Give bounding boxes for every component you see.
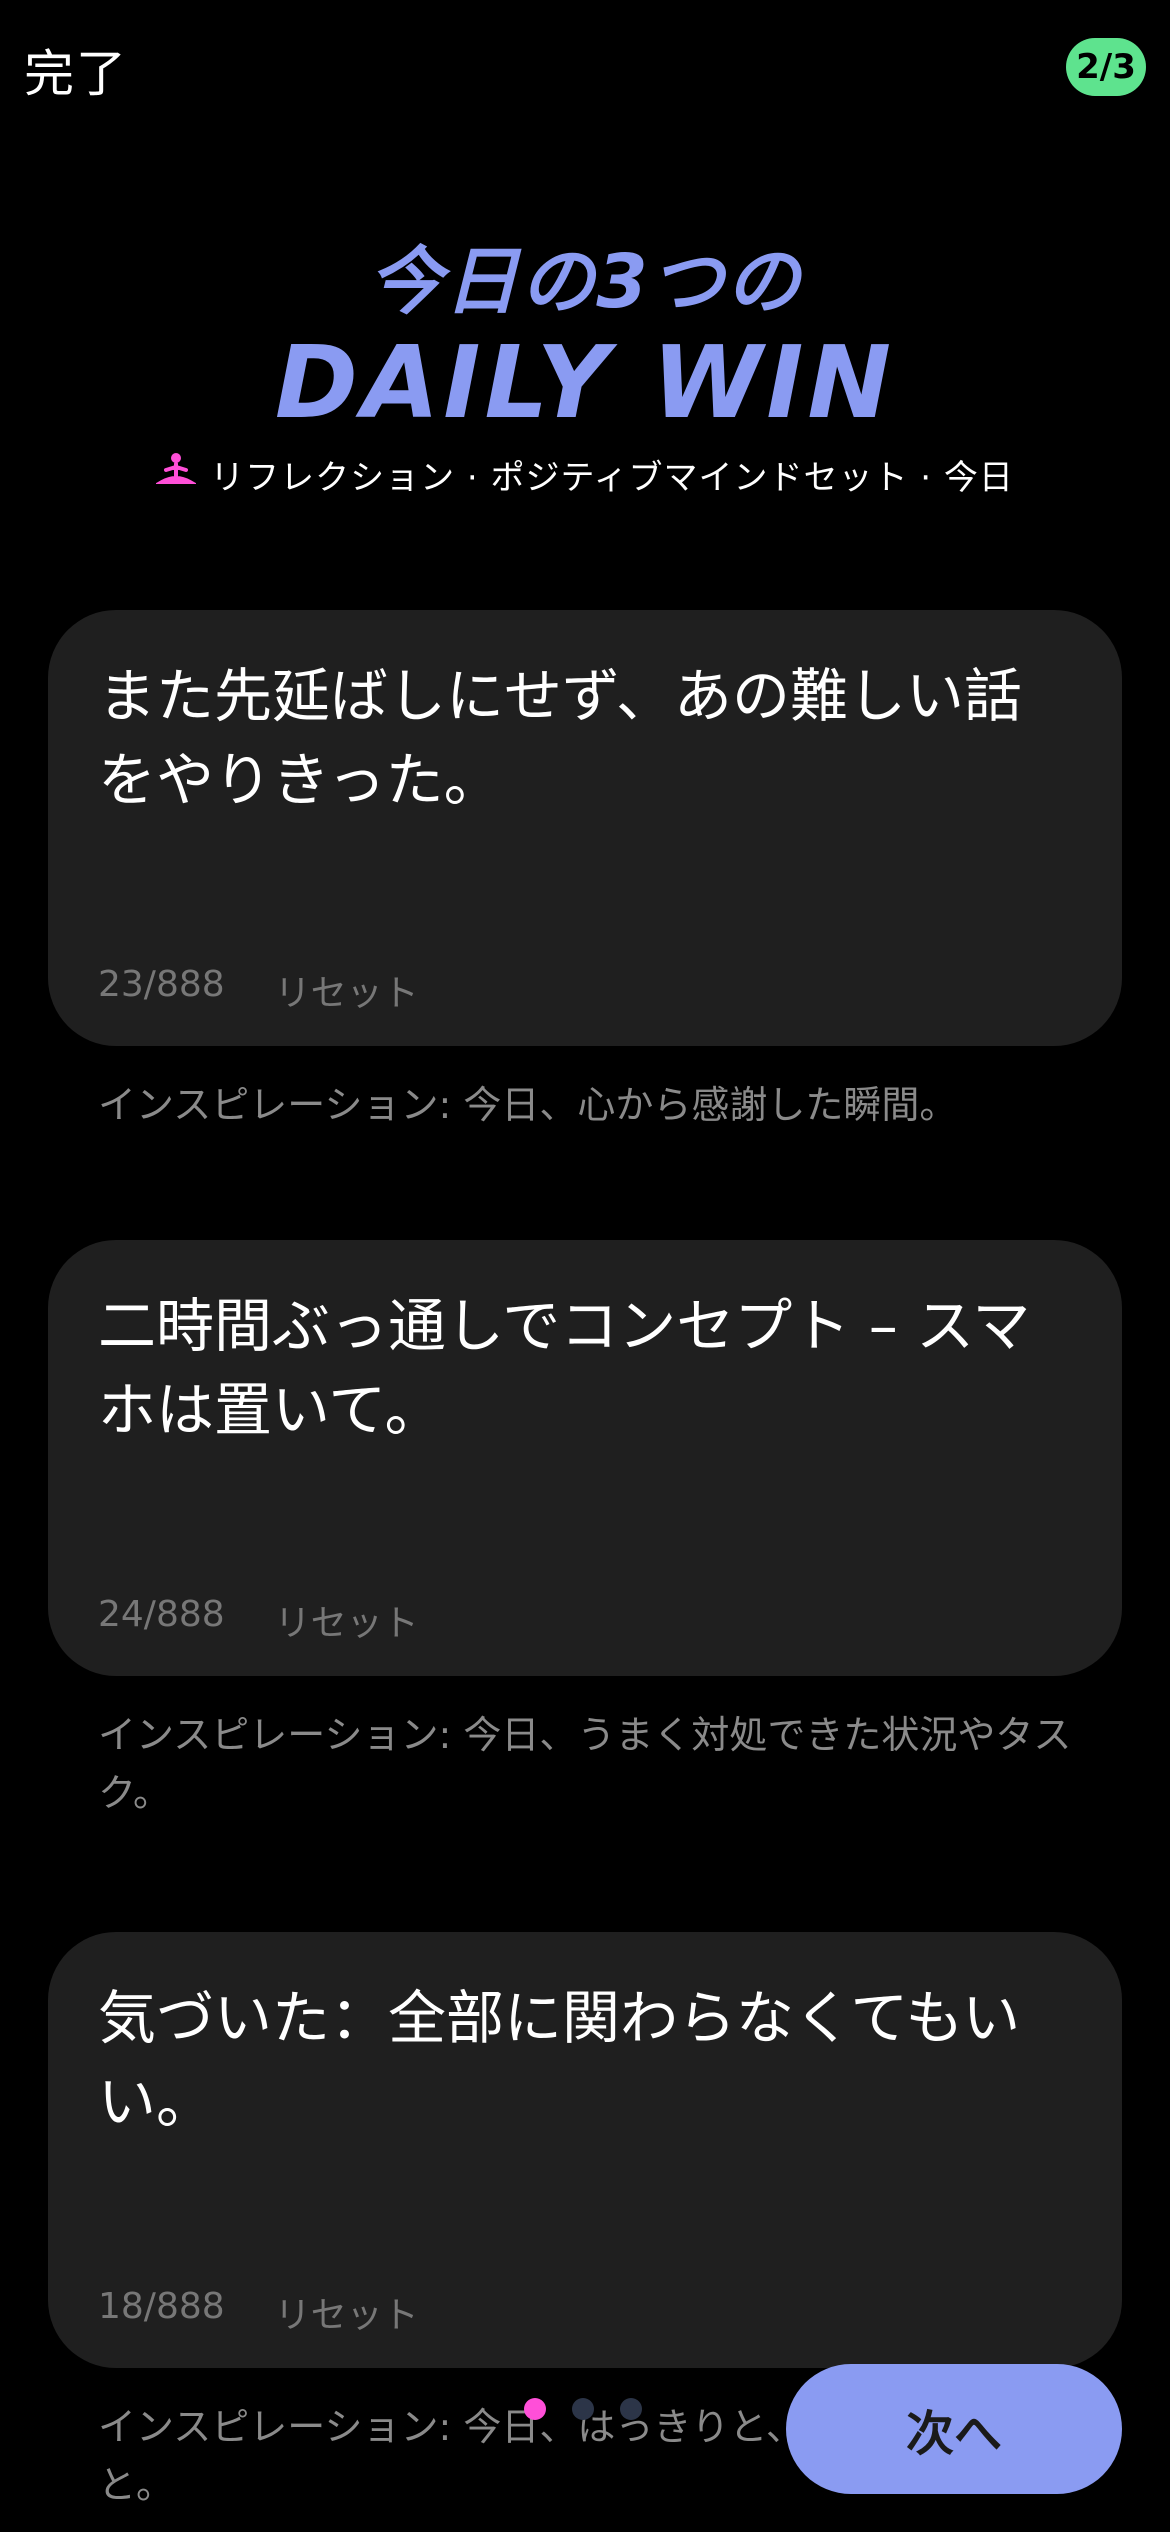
inspiration-1: インスピレーション: 今日、心から感謝した瞬間。	[98, 1083, 958, 1127]
char-count-3: 18/888	[98, 2286, 225, 2327]
entry-meta-2: 24/888 リセット	[98, 1594, 419, 1646]
entry-meta-1: 23/888 リセット	[98, 964, 419, 1016]
char-count-1: 23/888	[98, 964, 225, 1005]
page-dot-1[interactable]	[524, 2398, 546, 2420]
step-badge: 2/3	[1066, 38, 1146, 96]
page-title: 今日の3つの DAILY WIN	[0, 236, 1170, 438]
entry-text-2[interactable]: 二時間ぶっ通しでコンセプト – スマホは置いて。	[98, 1284, 1072, 1452]
meditation-icon	[154, 450, 198, 499]
inspiration-2: インスピレーション: 今日、うまく対処できた状況やタスク。	[98, 1713, 1072, 1815]
title-line-2: DAILY WIN	[274, 324, 896, 441]
reset-button-2[interactable]: リセット	[275, 1594, 419, 1646]
next-button[interactable]: 次へ	[786, 2364, 1122, 2494]
entry-text-3[interactable]: 気づいた：全部に関わらなくてもいい。	[98, 1976, 1072, 2144]
page-dot-2[interactable]	[572, 2398, 594, 2420]
page-indicator	[524, 2398, 642, 2420]
reset-button-1[interactable]: リセット	[275, 964, 419, 1016]
char-count-2: 24/888	[98, 1594, 225, 1635]
entry-text-1[interactable]: また先延ばしにせず、あの難しい話をやりきった。	[98, 654, 1072, 822]
reset-button-3[interactable]: リセット	[275, 2286, 419, 2338]
done-button[interactable]: 完了	[24, 34, 128, 106]
entry-card-3[interactable]: 気づいた：全部に関わらなくてもいい。 18/888 リセット	[48, 1932, 1122, 2368]
page-dot-3[interactable]	[620, 2398, 642, 2420]
entry-card-2[interactable]: 二時間ぶっ通しでコンセプト – スマホは置いて。 24/888 リセット	[48, 1240, 1122, 1676]
entry-card-1[interactable]: また先延ばしにせず、あの難しい話をやりきった。 23/888 リセット	[48, 610, 1122, 1046]
entry-meta-3: 18/888 リセット	[98, 2286, 419, 2338]
subtitle: リフレクション · ポジティブマインドセット · 今日	[0, 450, 1170, 499]
title-line-1: 今日の3つの	[368, 239, 802, 325]
subtitle-text: リフレクション · ポジティブマインドセット · 今日	[210, 458, 1014, 498]
